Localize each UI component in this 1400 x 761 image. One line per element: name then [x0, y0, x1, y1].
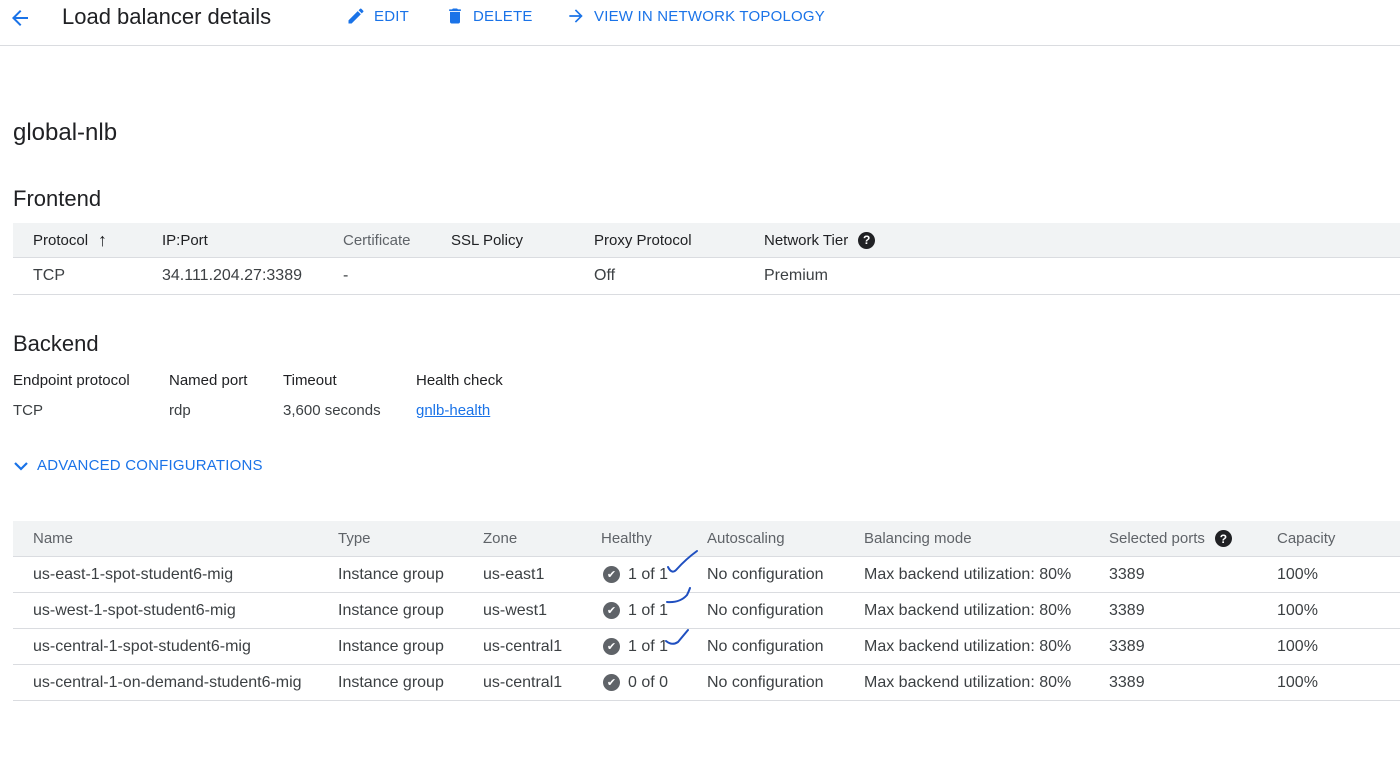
column-protocol[interactable]: Protocol ↑ [33, 223, 107, 257]
help-icon[interactable]: ? [858, 231, 876, 249]
backend-balancing-mode: Max backend utilization: 80% [864, 565, 1072, 583]
backend-name: us-west-1-spot-student6-mig [33, 601, 236, 619]
column-autoscaling: Autoscaling [707, 530, 785, 547]
column-ssl-policy: SSL Policy [451, 231, 523, 249]
backend-type: Instance group [338, 637, 444, 655]
arrow-right-icon [569, 9, 583, 23]
named-port-value: rdp [169, 402, 191, 419]
backend-title: Backend [13, 331, 99, 356]
backend-autoscaling: No configuration [707, 601, 824, 619]
advanced-configurations-label: ADVANCED CONFIGURATIONS [37, 457, 263, 474]
backends-table: Name Type Zone Healthy Autoscaling Balan… [13, 521, 1400, 701]
view-topology-label: VIEW IN NETWORK TOPOLOGY [594, 7, 825, 25]
column-ip-port: IP:Port [162, 231, 208, 249]
view-topology-button[interactable]: VIEW IN NETWORK TOPOLOGY [566, 6, 825, 26]
backend-balancing-mode: Max backend utilization: 80% [864, 673, 1072, 691]
backend-selected-ports: 3389 [1109, 601, 1145, 619]
trash-icon [449, 8, 461, 24]
delete-button[interactable]: DELETE [445, 6, 533, 26]
frontend-header-row: Protocol ↑ IP:Port Certificate SSL Polic… [13, 223, 1400, 258]
backend-name: us-central-1-on-demand-student6-mig [33, 673, 302, 691]
column-certificate: Certificate [343, 231, 411, 249]
backend-capacity: 100% [1277, 637, 1318, 655]
advanced-configurations-toggle[interactable]: ADVANCED CONFIGURATIONS [13, 457, 263, 474]
backend-capacity: 100% [1277, 601, 1318, 619]
pen-check-mark [666, 587, 691, 604]
load-balancer-name: global-nlb [13, 119, 118, 146]
timeout-label: Timeout [283, 372, 337, 389]
page-title: Load balancer details [62, 4, 272, 29]
column-capacity: Capacity [1277, 530, 1336, 547]
backend-type: Instance group [338, 565, 444, 583]
frontend-ip-port: 34.111.204.27:3389 [162, 267, 302, 284]
chevron-down-icon [14, 461, 28, 471]
backend-capacity: 100% [1277, 565, 1318, 583]
endpoint-protocol-label: Endpoint protocol [13, 372, 130, 389]
health-check-label: Health check [416, 372, 503, 389]
check-circle-icon: ✔ [603, 566, 620, 583]
help-icon[interactable]: ? [1214, 530, 1232, 547]
backend-healthy: ✔ 1 of 1 [603, 629, 668, 664]
backend-balancing-mode: Max backend utilization: 80% [864, 601, 1072, 619]
delete-label: DELETE [473, 7, 533, 25]
edit-button[interactable]: EDIT [346, 6, 409, 26]
column-type: Type [338, 530, 371, 547]
backend-selected-ports: 3389 [1109, 565, 1145, 583]
column-network-tier: Network Tier ? [764, 223, 876, 257]
backend-type: Instance group [338, 673, 444, 691]
pen-check-mark [665, 629, 689, 645]
backend-autoscaling: No configuration [707, 673, 824, 691]
check-circle-icon: ✔ [603, 602, 620, 619]
check-circle-icon: ✔ [603, 674, 620, 691]
health-check-link[interactable]: gnlb-health [416, 402, 490, 419]
named-port-label: Named port [169, 372, 248, 389]
backend-zone: us-west1 [483, 601, 548, 619]
backend-selected-ports: 3389 [1109, 637, 1145, 655]
timeout-value: 3,600 seconds [283, 402, 381, 419]
pencil-icon [348, 8, 364, 24]
backend-autoscaling: No configuration [707, 637, 824, 655]
column-balancing-mode: Balancing mode [864, 530, 972, 547]
frontend-protocol: TCP [33, 267, 65, 284]
check-circle-icon: ✔ [603, 638, 620, 655]
backend-healthy: ✔ 0 of 0 [603, 665, 668, 700]
handwritten-check-marks [665, 550, 698, 645]
backend-healthy: ✔ 1 of 1 [603, 593, 668, 628]
table-row[interactable]: us-central-1-spot-student6-mig Instance … [13, 629, 1400, 665]
backend-name: us-central-1-spot-student6-mig [33, 637, 251, 655]
backend-zone: us-east1 [483, 565, 545, 583]
frontend-title: Frontend [13, 186, 102, 211]
frontend-network-tier: Premium [764, 267, 829, 284]
column-zone: Zone [483, 530, 518, 547]
table-row[interactable]: us-west-1-spot-student6-mig Instance gro… [13, 593, 1400, 629]
backend-type: Instance group [338, 601, 444, 619]
frontend-proxy-protocol: Off [594, 267, 616, 284]
backend-name: us-east-1-spot-student6-mig [33, 565, 234, 583]
column-selected-ports: Selected ports ? [1109, 521, 1232, 556]
endpoint-protocol-value: TCP [13, 402, 43, 419]
top-bar: Load balancer details EDIT DELETE VIEW I… [0, 0, 1400, 46]
frontend-table: Protocol ↑ IP:Port Certificate SSL Polic… [13, 223, 1400, 295]
backend-zone: us-central1 [483, 673, 563, 691]
frontend-row: TCP 34.111.204.27:3389 - Off Premium [13, 258, 1400, 295]
backend-capacity: 100% [1277, 673, 1318, 691]
sort-arrow-up-icon: ↑ [98, 229, 108, 250]
backends-header-row: Name Type Zone Healthy Autoscaling Balan… [13, 521, 1400, 557]
backend-autoscaling: No configuration [707, 565, 824, 583]
table-row[interactable]: us-central-1-on-demand-student6-mig Inst… [13, 665, 1400, 701]
column-healthy: Healthy [601, 530, 652, 547]
backend-balancing-mode: Max backend utilization: 80% [864, 637, 1072, 655]
backend-selected-ports: 3389 [1109, 673, 1145, 691]
table-row[interactable]: us-east-1-spot-student6-mig Instance gro… [13, 557, 1400, 593]
pen-check-mark [667, 550, 698, 573]
backend-zone: us-central1 [483, 637, 563, 655]
column-proxy-protocol: Proxy Protocol [594, 231, 692, 249]
back-arrow-icon[interactable] [8, 6, 32, 30]
edit-label: EDIT [374, 7, 409, 25]
column-name: Name [33, 530, 74, 547]
backend-healthy: ✔ 1 of 1 [603, 557, 668, 592]
frontend-certificate: - [343, 267, 349, 284]
